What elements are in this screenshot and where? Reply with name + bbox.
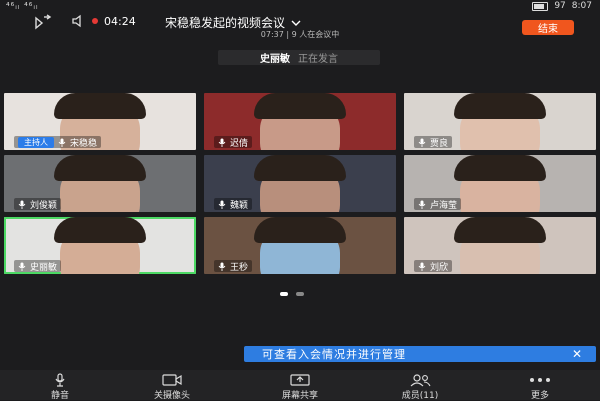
bottom-toolbar: 静音 关摄像头 屏幕共享 成员(11) 更多 — [0, 370, 600, 401]
participant-name: 卢海莹 — [430, 200, 458, 211]
mic-icon — [218, 138, 226, 147]
participant-label: 贾良 — [414, 136, 453, 149]
video-tile[interactable]: 卢海莹 — [404, 155, 596, 212]
video-tile[interactable]: 迟倩 — [204, 93, 396, 150]
screen-share-icon — [255, 373, 345, 387]
active-speaker-status: 正在发言 — [298, 54, 338, 65]
participant-video-hair — [254, 155, 346, 181]
speaker-status[interactable]: 04:24 — [70, 13, 136, 29]
camera-off-button[interactable]: 关摄像头 — [127, 370, 217, 401]
mic-icon — [218, 262, 226, 271]
status-bar: ⁴⁶ᵢₗ ⁴⁶ᵢₗ 97 8:07 — [0, 0, 600, 14]
mic-icon — [18, 200, 26, 209]
mic-icon — [218, 200, 226, 209]
mic-icon — [18, 262, 26, 271]
video-tile[interactable]: 刘欣 — [404, 217, 596, 274]
camera-label: 关摄像头 — [153, 391, 190, 401]
members-label: 成员(11) — [401, 391, 439, 401]
page-dot[interactable] — [296, 292, 304, 296]
members-button[interactable]: 成员(11) — [375, 370, 465, 401]
video-tile[interactable]: 史丽敏 — [4, 217, 196, 274]
participant-name: 宋稳稳 — [70, 138, 98, 149]
participant-label: 王秒 — [214, 260, 253, 273]
participant-label: 迟倩 — [214, 136, 253, 149]
close-icon[interactable]: ✕ — [572, 347, 582, 361]
mic-icon — [418, 200, 426, 209]
mic-icon — [418, 262, 426, 271]
mic-icon — [58, 138, 66, 147]
mic-icon — [15, 373, 105, 387]
battery-level: 97 — [554, 1, 566, 11]
participant-name: 贾良 — [430, 138, 449, 149]
active-speaker-name: 史丽敏 — [260, 54, 290, 65]
speaker-icon — [72, 14, 81, 28]
screen-share-label: 屏幕共享 — [281, 391, 318, 401]
screen-share-button[interactable]: 屏幕共享 — [255, 370, 345, 401]
clock: 8:07 — [571, 1, 592, 11]
manage-participants-tip[interactable]: 可查看入会情况并进行管理 ✕ — [244, 346, 596, 362]
participant-label: 卢海莹 — [414, 198, 462, 211]
meeting-timer: 04:24 — [104, 14, 136, 28]
status-right: 97 8:07 — [532, 1, 592, 11]
camera-icon — [127, 373, 217, 387]
participant-video-hair — [254, 217, 346, 243]
video-tile[interactable]: 魏颖 — [204, 155, 396, 212]
participant-name: 迟倩 — [230, 138, 249, 149]
video-tile[interactable]: 刘俊颖 — [4, 155, 196, 212]
page-indicator — [280, 292, 304, 296]
video-tile[interactable]: 主持人 宋稳稳 — [4, 93, 196, 150]
more-icon — [495, 373, 585, 387]
members-icon — [375, 373, 465, 387]
participant-name: 王秒 — [230, 262, 249, 273]
chevron-down-icon — [291, 20, 301, 26]
more-button[interactable]: 更多 — [495, 370, 585, 401]
host-badge: 主持人 — [18, 136, 54, 148]
participant-label: 史丽敏 — [14, 260, 62, 273]
recording-dot-icon — [92, 18, 98, 24]
page-dot[interactable] — [280, 292, 288, 296]
mute-label: 静音 — [50, 391, 69, 401]
participant-video-hair — [254, 93, 346, 119]
video-tile[interactable]: 王秒 — [204, 217, 396, 274]
participant-label: 主持人 宋稳稳 — [14, 136, 102, 149]
participant-name: 刘欣 — [430, 262, 449, 273]
mic-icon — [418, 138, 426, 147]
battery-icon — [532, 1, 549, 11]
participant-video-hair — [54, 93, 146, 119]
participant-video-hair — [454, 155, 546, 181]
participant-label: 刘俊颖 — [14, 198, 62, 211]
participant-label: 刘欣 — [414, 260, 453, 273]
mute-button[interactable]: 静音 — [15, 370, 105, 401]
participant-name: 史丽敏 — [30, 262, 58, 273]
more-label: 更多 — [530, 391, 549, 401]
participant-video-hair — [454, 217, 546, 243]
participant-video-hair — [54, 155, 146, 181]
participant-name: 刘俊颖 — [30, 200, 58, 211]
video-tile[interactable]: 贾良 — [404, 93, 596, 150]
tip-text: 可查看入会情况并进行管理 — [262, 348, 406, 361]
end-meeting-button[interactable]: 结束 — [522, 20, 574, 35]
active-speaker-banner: 史丽敏 正在发言 — [218, 50, 380, 65]
signal-indicator: ⁴⁶ᵢₗ ⁴⁶ᵢₗ — [6, 2, 39, 12]
participant-label: 魏颖 — [214, 198, 253, 211]
meeting-meta: 07:37 | 9 人在会议中 — [260, 30, 340, 39]
participant-name: 魏颖 — [230, 200, 249, 211]
participant-video-hair — [454, 93, 546, 119]
participant-video-hair — [54, 217, 146, 243]
